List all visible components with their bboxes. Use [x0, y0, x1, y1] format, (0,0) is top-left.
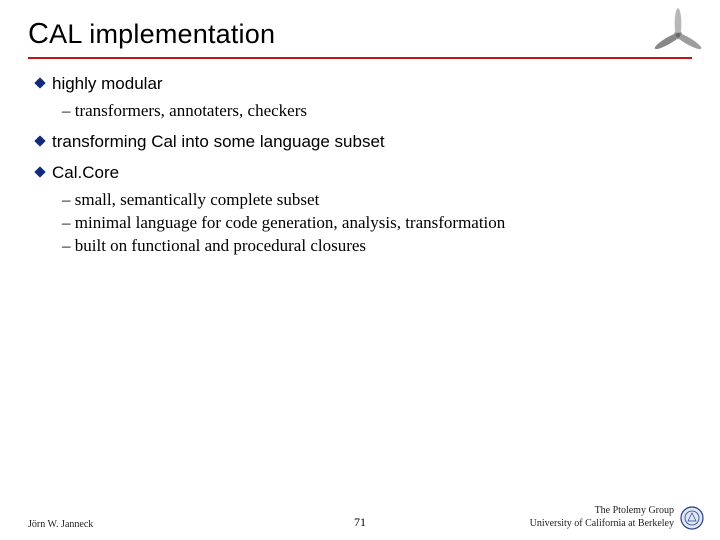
content: highly modular transformers, annotaters,…	[28, 73, 692, 258]
title-rest: implementation	[82, 19, 276, 49]
diamond-icon	[34, 162, 52, 185]
sub-item: built on functional and procedural closu…	[62, 235, 692, 258]
slide: CAL implementation highly modular transf…	[0, 0, 720, 540]
bullet-item: transforming Cal into some language subs…	[34, 131, 692, 154]
sub-list: small, semantically complete subset mini…	[62, 189, 692, 258]
diamond-icon	[34, 131, 52, 154]
sub-item: small, semantically complete subset	[62, 189, 692, 212]
bullet-item: highly modular	[34, 73, 692, 96]
bullet-label: Cal.Core	[52, 162, 692, 185]
footer-group: The Ptolemy Group	[530, 505, 674, 518]
title-c: C	[28, 18, 49, 50]
sub-list: transformers, annotaters, checkers	[62, 100, 692, 123]
bullet-item: Cal.Core	[34, 162, 692, 185]
footer: Jörn W. Janneck The Ptolemy Group Univer…	[0, 505, 720, 530]
footer-author: Jörn W. Janneck	[28, 519, 93, 530]
footer-affiliation: University of California at Berkeley	[530, 518, 674, 531]
bullet-label: transforming Cal into some language subs…	[52, 131, 692, 154]
berkeley-seal-icon	[680, 506, 704, 530]
title-rule	[28, 57, 692, 59]
title-al: AL	[49, 19, 81, 49]
page-title: CAL implementation	[28, 18, 692, 51]
sub-item: minimal language for code generation, an…	[62, 212, 692, 235]
propeller-logo-icon	[650, 6, 706, 62]
bullet-label: highly modular	[52, 73, 692, 96]
diamond-icon	[34, 73, 52, 96]
sub-item: transformers, annotaters, checkers	[62, 100, 692, 123]
footer-right: The Ptolemy Group University of Californ…	[530, 505, 704, 530]
